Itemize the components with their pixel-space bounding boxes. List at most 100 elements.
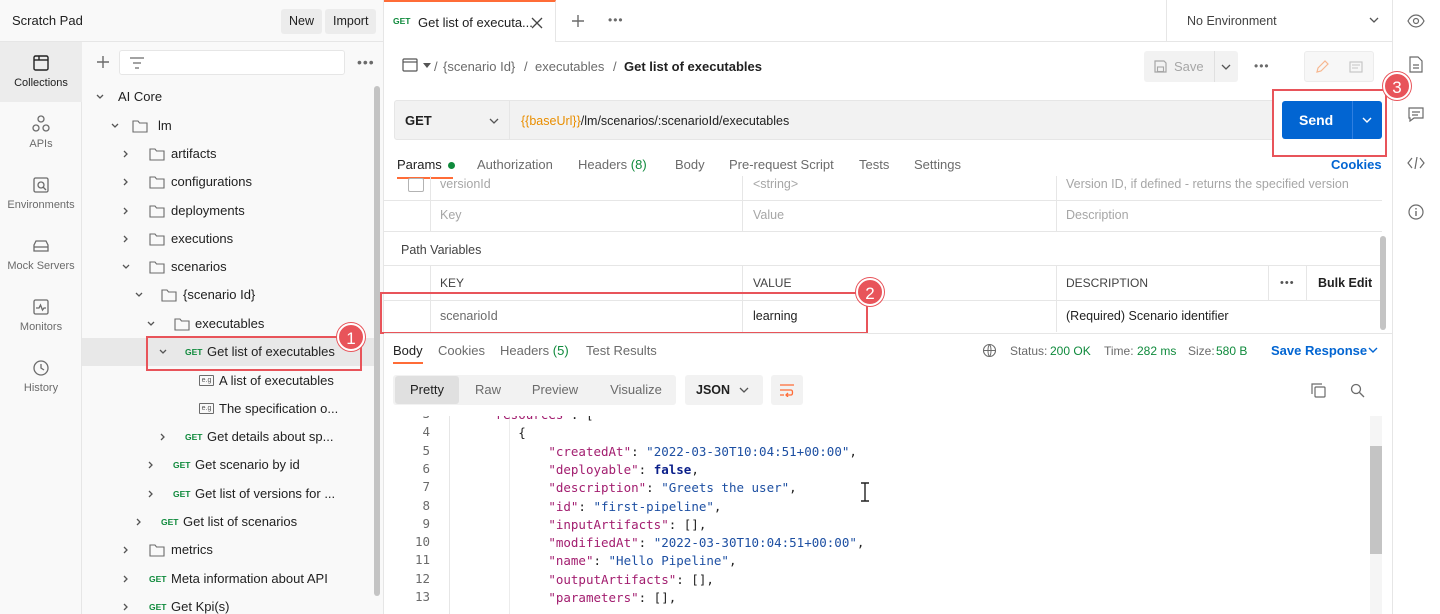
response-tab-cookies[interactable]: Cookies xyxy=(438,343,485,358)
tree-item-configurations[interactable]: configurations xyxy=(82,168,372,196)
code-token-k: "createdAt" xyxy=(548,443,632,459)
chevron-right-icon xyxy=(123,207,128,215)
response-tab-body[interactable]: Body xyxy=(393,343,423,358)
breadcrumb-executables[interactable]: executables xyxy=(535,59,604,74)
globe-icon[interactable] xyxy=(982,343,998,358)
tree-item-get-scenarios[interactable]: GET Get list of scenarios xyxy=(82,508,372,536)
tab-tests[interactable]: Tests xyxy=(859,157,889,172)
wrap-lines-button[interactable] xyxy=(771,375,803,405)
code-scrollbar[interactable] xyxy=(1370,446,1382,554)
plus-icon[interactable] xyxy=(96,55,110,69)
time-value[interactable]: 282 ms xyxy=(1137,344,1176,358)
rail-item-monitors[interactable]: Monitors xyxy=(0,286,82,346)
tree-item-executables[interactable]: executables xyxy=(82,310,372,338)
rail-item-apis[interactable]: APIs xyxy=(0,103,82,163)
rail-item-mock-servers[interactable]: Mock Servers xyxy=(0,225,82,285)
tree-item-get-scenario[interactable]: GET Get scenario by id xyxy=(82,451,372,479)
method-select[interactable]: GET xyxy=(394,100,510,140)
eye-icon[interactable] xyxy=(1407,14,1425,28)
view-preview[interactable]: Preview xyxy=(523,376,587,404)
tree-item-scenarios[interactable]: scenarios xyxy=(82,253,372,281)
more-options-icon[interactable]: ••• xyxy=(357,54,375,70)
rail-item-collections[interactable]: Collections xyxy=(0,42,82,102)
tab-body[interactable]: Body xyxy=(675,157,705,172)
workspace-title[interactable]: Scratch Pad xyxy=(12,13,83,28)
param-value[interactable]: <string> xyxy=(753,177,798,191)
breadcrumb-sep: / xyxy=(613,59,617,74)
response-tab-headers[interactable]: Headers (5) xyxy=(500,343,569,358)
import-button[interactable]: Import xyxy=(325,9,377,34)
documentation-icon[interactable] xyxy=(1409,56,1423,73)
filter-input[interactable] xyxy=(119,50,345,75)
tab-settings[interactable]: Settings xyxy=(914,157,961,172)
request-tab[interactable]: GET Get list of executa... xyxy=(384,0,556,42)
chevron-down-icon xyxy=(122,264,130,269)
tree-item-scenario-id[interactable]: {scenario Id} xyxy=(82,281,372,309)
response-body-viewer[interactable]: 3 "resources": [4 {5 "createdAt": "2022-… xyxy=(384,416,1374,614)
info-icon[interactable] xyxy=(1408,204,1424,220)
tab-pre-request-script[interactable]: Pre-request Script xyxy=(729,157,834,172)
tree-item-meta-info[interactable]: GET Meta information about API xyxy=(82,565,372,593)
environment-select[interactable]: No Environment xyxy=(1166,0,1392,42)
col-key: KEY xyxy=(440,276,465,290)
request-more-icon[interactable]: ••• xyxy=(1254,59,1270,73)
rail-item-environments[interactable]: Environments xyxy=(0,164,82,224)
save-button[interactable]: Save xyxy=(1144,51,1238,82)
edit-toggle[interactable] xyxy=(1304,51,1374,82)
view-raw[interactable]: Raw xyxy=(463,376,513,404)
new-button[interactable]: New xyxy=(281,9,323,34)
tab-params[interactable]: Params xyxy=(397,157,456,172)
code-token-rest: , xyxy=(691,461,699,477)
new-description-input[interactable]: Description xyxy=(1066,208,1129,222)
rail-item-history[interactable]: History xyxy=(0,347,82,407)
format-select[interactable]: JSON xyxy=(685,375,763,405)
tabs-more-icon[interactable]: ••• xyxy=(608,13,624,27)
breadcrumb-scenario-id[interactable]: {scenario Id} xyxy=(443,59,515,74)
tab-headers[interactable]: Headers (8) xyxy=(578,157,647,172)
tree-item-deployments[interactable]: deployments xyxy=(82,197,372,225)
response-tab-test-results[interactable]: Test Results xyxy=(586,343,657,358)
bulk-edit-button[interactable]: Bulk Edit xyxy=(1318,276,1372,290)
param-key[interactable]: versionId xyxy=(440,177,491,191)
params-scrollbar[interactable] xyxy=(1380,236,1386,330)
status-value[interactable]: 200 OK xyxy=(1050,344,1091,358)
search-icon[interactable] xyxy=(1350,383,1365,398)
new-tab-icon[interactable] xyxy=(571,14,585,28)
tree-item-get-versions[interactable]: GET Get list of versions for ... xyxy=(82,480,372,508)
chevron-down-icon[interactable] xyxy=(1368,347,1378,354)
history-icon xyxy=(33,360,49,376)
url-input[interactable]: {{baseUrl}}/lm/scenarios/:scenarioId/exe… xyxy=(510,100,1274,140)
columns-more-icon[interactable]: ••• xyxy=(1280,277,1295,289)
comment-icon[interactable] xyxy=(1349,61,1363,73)
tree-scrollbar[interactable] xyxy=(374,86,380,596)
param-description[interactable]: Version ID, if defined - returns the spe… xyxy=(1066,177,1349,191)
request-name[interactable]: Get list of executables xyxy=(624,59,762,74)
tree-item-executions[interactable]: executions xyxy=(82,225,372,253)
collection-icon[interactable] xyxy=(402,58,418,72)
new-value-input[interactable]: Value xyxy=(753,208,784,222)
copy-icon[interactable] xyxy=(1311,383,1326,398)
tree-item-get-details[interactable]: GET Get details about sp... xyxy=(82,423,372,451)
size-value[interactable]: 580 B xyxy=(1216,344,1247,358)
tree-item-lm[interactable]: lm xyxy=(82,112,372,140)
tree-item-metrics[interactable]: metrics xyxy=(82,536,372,564)
save-response-button[interactable]: Save Response xyxy=(1271,343,1367,358)
caret-down-icon[interactable] xyxy=(423,63,431,68)
code-token-rest: , xyxy=(849,443,857,459)
close-icon[interactable] xyxy=(531,17,543,29)
cookies-link[interactable]: Cookies xyxy=(1331,157,1382,172)
new-key-input[interactable]: Key xyxy=(440,208,462,222)
view-visualize[interactable]: Visualize xyxy=(599,376,673,404)
param-checkbox[interactable] xyxy=(408,178,424,192)
tree-item-artifacts[interactable]: artifacts xyxy=(82,140,372,168)
tree-item-ai-core[interactable]: AI Core xyxy=(82,83,372,111)
comments-icon[interactable] xyxy=(1408,107,1424,122)
pencil-icon[interactable] xyxy=(1315,60,1329,74)
tree-item-get-kpi[interactable]: GET Get Kpi(s) xyxy=(82,593,372,614)
tree-item-example-list[interactable]: e.g A list of executables xyxy=(82,367,372,395)
view-pretty[interactable]: Pretty xyxy=(395,376,459,404)
code-icon[interactable] xyxy=(1407,157,1425,169)
tab-authorization[interactable]: Authorization xyxy=(477,157,553,172)
tree-item-example-spec[interactable]: e.g The specification o... xyxy=(82,395,372,423)
path-var-description[interactable]: (Required) Scenario identifier xyxy=(1066,309,1229,323)
